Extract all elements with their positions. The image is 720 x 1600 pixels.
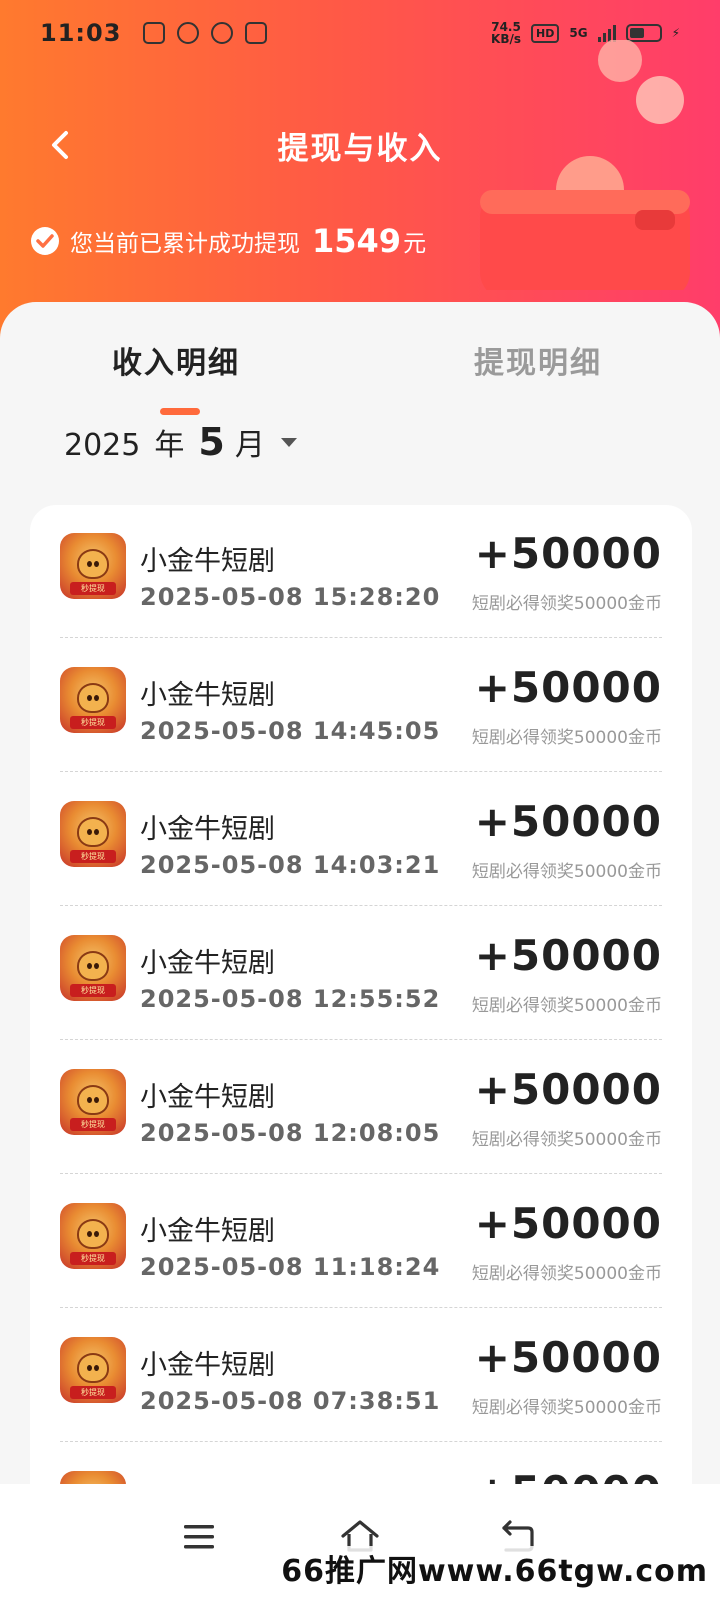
message-icon bbox=[211, 22, 234, 44]
list-item[interactable]: 秒提现 小金牛短剧 +50000 2025-05-08 15:28:20 短剧必得领奖5… bbox=[30, 525, 692, 659]
record-amount: +50000 bbox=[474, 1199, 662, 1248]
system-nav-bar: 66推广网www.66tgw.com bbox=[0, 1484, 720, 1600]
withdraw-summary: 您当前已累计成功提现 1549 元 bbox=[30, 222, 426, 260]
record-amount: +50000 bbox=[474, 1333, 662, 1382]
summary-amount: 1549 bbox=[312, 222, 402, 260]
row-divider bbox=[60, 1173, 662, 1174]
row-divider bbox=[60, 1441, 662, 1442]
app-icon-tag: 秒提现 bbox=[70, 716, 116, 729]
record-app-name: 小金牛短剧 bbox=[140, 1082, 275, 1113]
month-picker-month: 5 bbox=[198, 420, 225, 464]
app-icon-tag: 秒提现 bbox=[70, 1252, 116, 1265]
app-icon-tag: 秒提现 bbox=[70, 850, 116, 863]
menu-icon[interactable] bbox=[182, 1522, 216, 1552]
record-time: 2025-05-08 11:18:24 bbox=[140, 1253, 441, 1281]
record-description: 短剧必得领奖50000金币 bbox=[471, 1264, 662, 1284]
app-icon-tag: 秒提现 bbox=[70, 1386, 116, 1399]
record-description: 短剧必得领奖50000金币 bbox=[471, 996, 662, 1016]
row-divider bbox=[60, 637, 662, 638]
month-picker-year: 2025 bbox=[64, 428, 141, 463]
row-divider bbox=[60, 1307, 662, 1308]
records-list: 秒提现 小金牛短剧 +50000 2025-05-08 15:28:20 短剧必得领奖5… bbox=[30, 505, 692, 1600]
record-time: 2025-05-08 14:03:21 bbox=[140, 851, 441, 879]
list-item[interactable]: 秒提现 小金牛短剧 +50000 2025-05-08 11:18:24 短剧必得领奖5… bbox=[30, 1195, 692, 1329]
app-icon: 秒提现 bbox=[60, 1203, 126, 1269]
app-notification-icon bbox=[143, 22, 166, 44]
app-icon: 秒提现 bbox=[60, 667, 126, 733]
app-icon: 秒提现 bbox=[60, 801, 126, 867]
record-description: 短剧必得领奖50000金币 bbox=[471, 594, 662, 614]
summary-text: 您当前已累计成功提现 bbox=[70, 231, 300, 257]
app-icon: 秒提现 bbox=[60, 1069, 126, 1135]
record-app-name: 小金牛短剧 bbox=[140, 948, 275, 979]
row-divider bbox=[60, 905, 662, 906]
network-type: 5G bbox=[569, 26, 588, 40]
check-circle-icon bbox=[31, 227, 59, 255]
watermark: 66推广网www.66tgw.com bbox=[281, 1546, 708, 1590]
tab-income-details[interactable]: 收入明细 bbox=[112, 338, 240, 382]
wallet-illustration bbox=[480, 40, 690, 290]
status-time: 11:03 bbox=[40, 19, 122, 47]
notification-icons bbox=[143, 22, 268, 44]
record-amount: +50000 bbox=[474, 1065, 662, 1114]
record-time: 2025-05-08 07:38:51 bbox=[140, 1387, 441, 1415]
row-divider bbox=[60, 771, 662, 772]
month-picker-month-unit: 月 bbox=[234, 428, 265, 463]
app-notification-icon bbox=[245, 22, 268, 44]
record-description: 短剧必得领奖50000金币 bbox=[471, 728, 662, 748]
list-item[interactable]: 秒提现 小金牛短剧 +50000 2025-05-08 14:45:05 短剧必得领奖5… bbox=[30, 659, 692, 793]
app-icon-tag: 秒提现 bbox=[70, 582, 116, 595]
record-app-name: 小金牛短剧 bbox=[140, 1350, 275, 1381]
record-app-name: 小金牛短剧 bbox=[140, 546, 275, 577]
record-description: 短剧必得领奖50000金币 bbox=[471, 1130, 662, 1150]
app-icon: 秒提现 bbox=[60, 1337, 126, 1403]
record-app-name: 小金牛短剧 bbox=[140, 814, 275, 845]
tab-active-indicator bbox=[160, 408, 200, 415]
back-arrow-icon[interactable] bbox=[44, 128, 78, 162]
record-app-name: 小金牛短剧 bbox=[140, 680, 275, 711]
dropdown-caret-icon[interactable] bbox=[280, 437, 297, 447]
row-divider bbox=[60, 1039, 662, 1040]
record-amount: +50000 bbox=[474, 529, 662, 578]
record-amount: +50000 bbox=[474, 931, 662, 980]
list-item[interactable]: 秒提现 小金牛短剧 +50000 2025-05-08 12:08:05 短剧必得领奖5… bbox=[30, 1061, 692, 1195]
app-icon-tag: 秒提现 bbox=[70, 1118, 116, 1131]
record-time: 2025-05-08 12:08:05 bbox=[140, 1119, 441, 1147]
list-item[interactable]: 秒提现 小金牛短剧 +50000 2025-05-08 14:03:21 短剧必得领奖5… bbox=[30, 793, 692, 927]
month-picker-year-unit: 年 bbox=[154, 428, 185, 463]
charging-icon: ⚡ bbox=[671, 26, 680, 40]
record-amount: +50000 bbox=[474, 663, 662, 712]
record-time: 2025-05-08 14:45:05 bbox=[140, 717, 441, 745]
list-item[interactable]: 秒提现 小金牛短剧 +50000 2025-05-08 12:55:52 短剧必得领奖5… bbox=[30, 927, 692, 1061]
list-item[interactable]: 秒提现 小金牛短剧 +50000 2025-05-08 07:38:51 短剧必得领奖5… bbox=[30, 1329, 692, 1463]
page-title: 提现与收入 bbox=[277, 130, 443, 167]
app-icon: 秒提现 bbox=[60, 533, 126, 599]
app-icon: 秒提现 bbox=[60, 935, 126, 1001]
month-picker[interactable]: 2025 年 5 月 bbox=[64, 420, 297, 464]
record-app-name: 小金牛短剧 bbox=[140, 1216, 275, 1247]
record-description: 短剧必得领奖50000金币 bbox=[471, 862, 662, 882]
summary-unit: 元 bbox=[403, 231, 427, 257]
record-amount: +50000 bbox=[474, 797, 662, 846]
record-time: 2025-05-08 15:28:20 bbox=[140, 583, 441, 611]
app-icon-tag: 秒提现 bbox=[70, 984, 116, 997]
tab-bar: 收入明细 提现明细 bbox=[0, 332, 720, 415]
wechat-icon bbox=[177, 22, 200, 44]
tab-withdraw-details[interactable]: 提现明细 bbox=[474, 338, 602, 382]
record-time: 2025-05-08 12:55:52 bbox=[140, 985, 441, 1013]
record-description: 短剧必得领奖50000金币 bbox=[471, 1398, 662, 1418]
